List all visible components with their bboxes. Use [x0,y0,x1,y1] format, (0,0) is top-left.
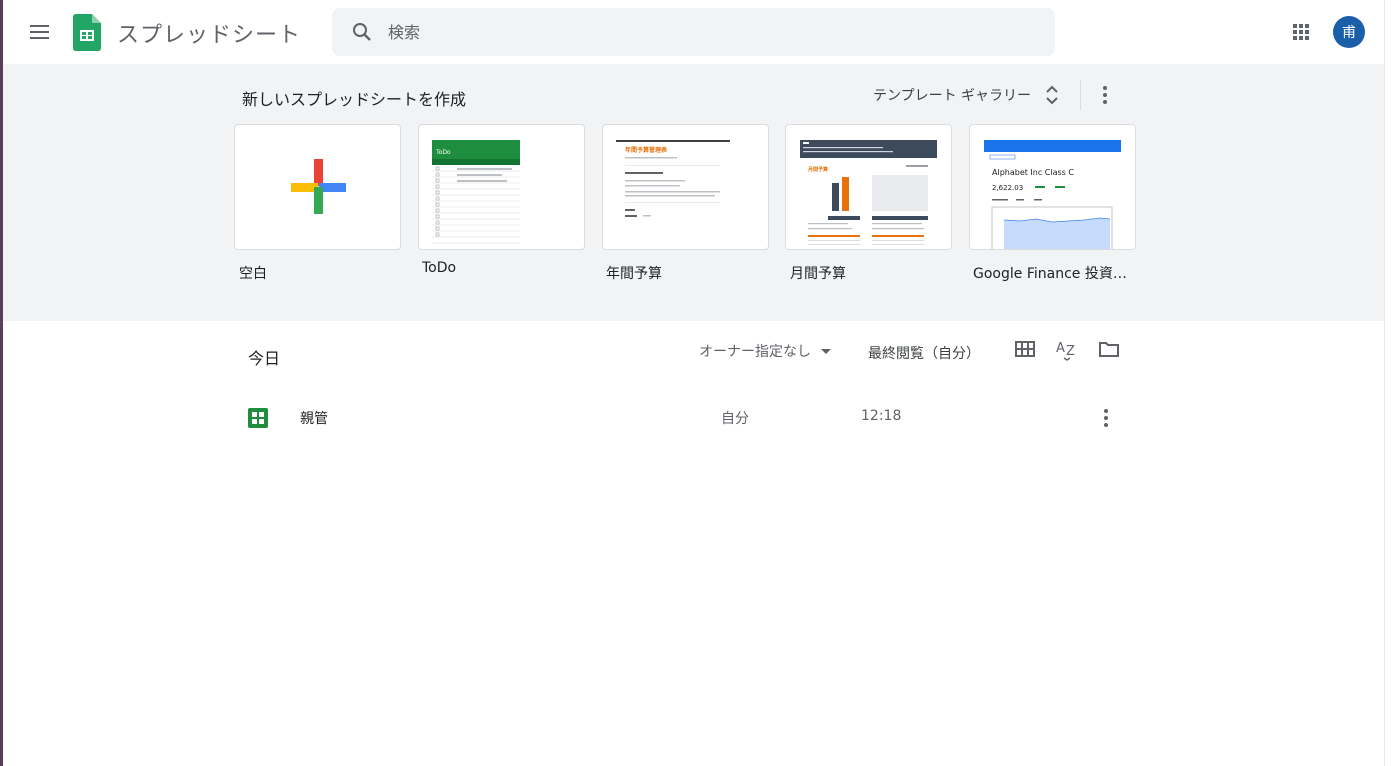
file-row[interactable]: 親管 自分 12:18 [238,400,1130,436]
owner-filter-label: オーナー指定なし [699,344,811,360]
template-gallery-button[interactable]: テンプレート ギャラリー [873,84,1059,106]
template-label: 月間予算 [790,266,846,282]
scrollbar-track[interactable] [1384,0,1400,766]
template-label: 空白 [239,266,267,282]
divider [1080,80,1081,110]
monthly-budget-thumbnail: 月間予算 [800,140,937,245]
finance-thumbnail: Alphabet Inc Class C 2,622.03 [984,140,1121,249]
template-google-finance[interactable]: Alphabet Inc Class C 2,622.03 [969,124,1136,250]
svg-text:A: A [1056,341,1065,356]
template-blank[interactable] [234,124,401,250]
template-heading: 新しいスプレッドシートを作成 [242,90,467,109]
file-last-opened: 12:18 [861,408,902,424]
account-avatar[interactable]: 甫 [1333,16,1365,48]
search-input[interactable] [388,8,1028,56]
main-menu-icon[interactable] [23,14,59,50]
template-section: 新しいスプレッドシートを作成 テンプレート ギャラリー 空白 ToDo ToDo… [3,64,1384,321]
more-options-icon[interactable] [1093,82,1117,108]
todo-thumb-title: ToDo [435,149,451,156]
template-label: 年間予算 [606,266,662,282]
file-list-header: 今日 オーナー指定なし 最終閲覧（自分） A Z [3,321,1384,385]
sort-az-icon[interactable]: A Z [1055,337,1079,361]
sort-last-opened[interactable]: 最終閲覧（自分） [868,343,980,363]
google-apps-icon[interactable] [1289,20,1313,44]
template-annual-budget[interactable]: 年間予算管理表 [602,124,769,250]
annual-thumb-title: 年間予算管理表 [625,146,668,154]
folder-icon[interactable] [1097,337,1121,361]
sheets-file-icon [248,408,268,428]
more-options-icon[interactable] [1094,406,1118,430]
dropdown-arrow-icon [821,348,831,354]
file-owner: 自分 [721,411,749,427]
sheets-logo-icon[interactable] [73,14,101,51]
finance-thumb-title: Alphabet Inc Class C [992,168,1074,177]
monthly-thumb-title: 月間予算 [807,166,828,173]
search-bar[interactable] [332,8,1055,56]
template-label: Google Finance 投資… [973,266,1127,282]
todo-thumbnail: ToDo [432,140,520,244]
template-monthly-budget[interactable]: 月間予算 [785,124,952,250]
search-icon[interactable] [350,20,374,44]
plus-icon [291,159,346,214]
template-todo[interactable]: ToDo [418,124,585,250]
grid-view-icon[interactable] [1013,337,1037,361]
top-bar: スプレッドシート 甫 [3,0,1384,64]
svg-text:Z: Z [1066,344,1075,359]
section-today: 今日 [248,349,281,368]
finance-thumb-price: 2,622.03 [992,184,1023,192]
unfold-icon [1046,85,1058,105]
annual-budget-thumbnail: 年間予算管理表 [616,140,730,217]
template-gallery-label: テンプレート ギャラリー [873,88,1032,104]
owner-filter-dropdown[interactable]: オーナー指定なし [699,341,831,361]
app-window: スプレッドシート 甫 新しいスプレッドシートを作成 テンプレート ギャラリー [0,0,1400,766]
file-name[interactable]: 親管 [300,408,328,428]
template-label: ToDo [422,260,457,276]
app-title[interactable]: スプレッドシート [117,17,301,49]
